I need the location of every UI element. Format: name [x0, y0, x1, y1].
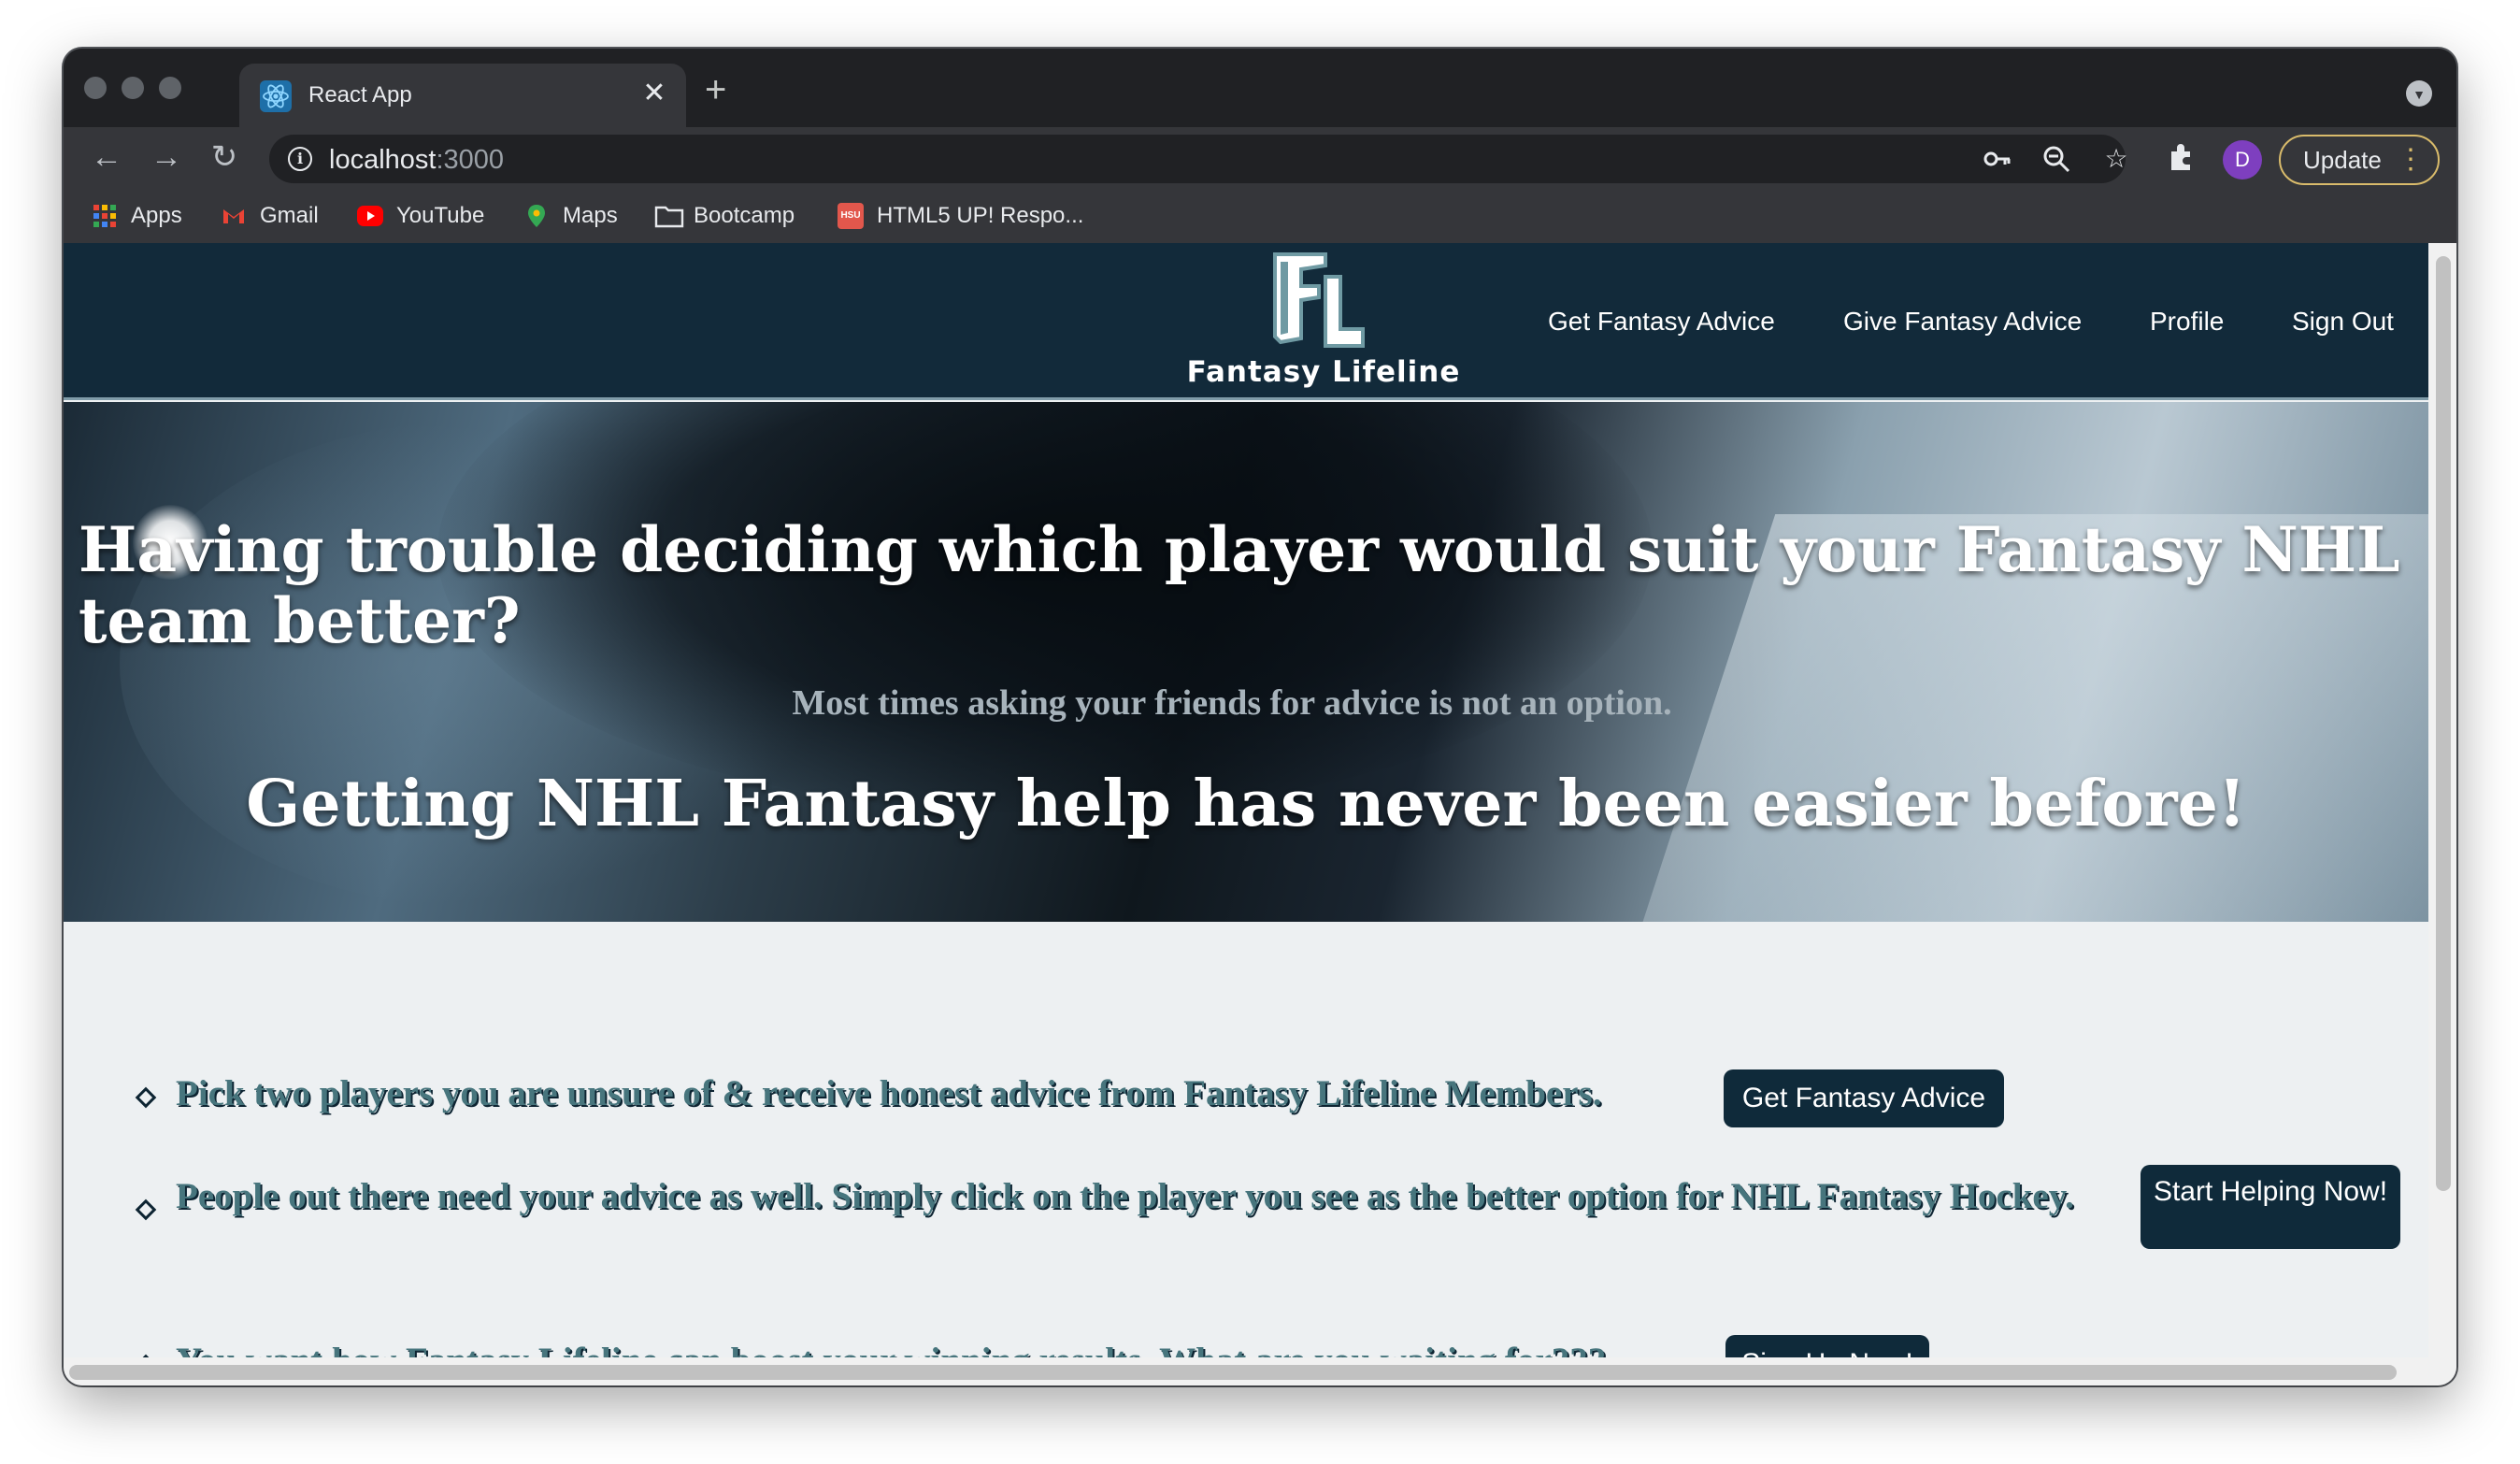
bookmark-star-icon[interactable]: ☆ — [2099, 142, 2133, 176]
nav-give-fantasy-advice[interactable]: Give Fantasy Advice — [1843, 307, 2082, 337]
browser-tab[interactable]: React App ✕ — [239, 64, 686, 127]
react-icon — [260, 80, 292, 112]
bookmarks-bar: Apps Gmail YouTube Maps Bootcamp HSU HTM… — [64, 189, 2456, 243]
vertical-scrollbar[interactable] — [2428, 243, 2456, 1385]
site-info-icon[interactable]: i — [288, 147, 312, 171]
minimize-window-dot[interactable] — [122, 77, 144, 99]
new-tab-button[interactable]: + — [705, 71, 726, 108]
browser-toolbar: ← → ↻ i localhost:3000 ☆ D Update ⋮ — [64, 127, 2456, 189]
bookmark-label: YouTube — [396, 203, 485, 228]
logo-text: Fantasy Lifeline — [1186, 355, 1461, 389]
extensions-puzzle-icon[interactable] — [2163, 140, 2200, 178]
apps-grid-icon — [92, 203, 118, 229]
update-label: Update — [2303, 146, 2382, 174]
bookmark-gmail[interactable]: Gmail — [221, 200, 319, 232]
zoom-window-dot[interactable] — [159, 77, 181, 99]
hero-banner: Having trouble deciding which player wou… — [64, 402, 2428, 922]
url-port: :3000 — [436, 145, 505, 175]
nav-profile[interactable]: Profile — [2150, 307, 2224, 337]
reload-icon[interactable]: ↻ — [204, 136, 245, 178]
close-window-dot[interactable] — [84, 77, 107, 99]
url-host: localhost — [329, 145, 437, 175]
tab-title: React App — [308, 82, 412, 108]
bookmark-youtube[interactable]: YouTube — [357, 200, 484, 232]
get-fantasy-advice-button[interactable]: Get Fantasy Advice — [1724, 1069, 2004, 1127]
address-bar[interactable]: i localhost:3000 ☆ — [269, 135, 2128, 183]
horizontal-scrollbar-thumb[interactable] — [69, 1365, 2397, 1380]
site-header: Fantasy Lifeline Get Fantasy Advice Give… — [64, 243, 2428, 400]
forward-icon[interactable]: → — [146, 136, 187, 178]
bookmark-label: Apps — [131, 203, 182, 228]
folder-icon — [654, 203, 684, 229]
tab-search-icon[interactable]: ▼ — [2406, 80, 2432, 107]
page-viewport: Fantasy Lifeline Get Fantasy Advice Give… — [64, 243, 2456, 1385]
site-logo[interactable]: Fantasy Lifeline — [1146, 249, 1539, 398]
bookmark-bootcamp[interactable]: Bootcamp — [654, 200, 795, 232]
update-button[interactable]: Update ⋮ — [2279, 135, 2440, 185]
hero-tagline: Getting NHL Fantasy help has never been … — [246, 767, 2246, 841]
start-helping-button[interactable]: Start Helping Now! — [2141, 1165, 2400, 1249]
feature-text-get-advice: Pick two players you are unsure of & rec… — [176, 1073, 1602, 1113]
bookmark-label: Gmail — [260, 203, 319, 228]
hero-subline: Most times asking your friends for advic… — [792, 683, 1672, 723]
bullet-diamond-icon — [135, 1086, 157, 1109]
bookmark-html5up[interactable]: HSU HTML5 UP! Respo... — [838, 200, 1083, 232]
fl-logo-icon — [1273, 252, 1365, 348]
horizontal-scrollbar[interactable] — [64, 1357, 2428, 1385]
key-icon[interactable] — [1980, 142, 2013, 176]
zoom-icon[interactable] — [2040, 142, 2073, 176]
profile-avatar[interactable]: D — [2223, 140, 2262, 179]
tab-strip: React App ✕ + ▼ — [64, 49, 2456, 127]
back-icon[interactable]: ← — [86, 136, 127, 178]
gmail-icon — [221, 203, 247, 229]
youtube-icon — [357, 206, 383, 226]
feature-text-give-advice: People out there need your advice as wel… — [176, 1176, 2074, 1216]
tab-close-icon[interactable]: ✕ — [637, 77, 671, 110]
hero-headline: Having trouble deciding which player wou… — [79, 513, 2400, 657]
hsu-icon: HSU — [838, 203, 864, 229]
more-menu-icon[interactable]: ⋮ — [2397, 136, 2425, 183]
bookmark-label: Bootcamp — [694, 203, 795, 228]
url-text[interactable]: localhost:3000 — [329, 145, 504, 176]
bookmark-label: Maps — [563, 203, 618, 228]
nav-get-fantasy-advice[interactable]: Get Fantasy Advice — [1548, 307, 1775, 337]
bookmark-label: HTML5 UP! Respo... — [877, 203, 1084, 228]
bullet-diamond-icon — [135, 1198, 157, 1221]
nav-sign-out[interactable]: Sign Out — [2292, 307, 2394, 337]
bookmark-maps[interactable]: Maps — [523, 200, 618, 232]
maps-pin-icon — [523, 203, 550, 229]
bookmark-apps[interactable]: Apps — [92, 200, 182, 232]
browser-window: React App ✕ + ▼ ← → ↻ i localhost:3000 ☆… — [64, 49, 2456, 1385]
vertical-scrollbar-thumb[interactable] — [2436, 256, 2451, 1191]
